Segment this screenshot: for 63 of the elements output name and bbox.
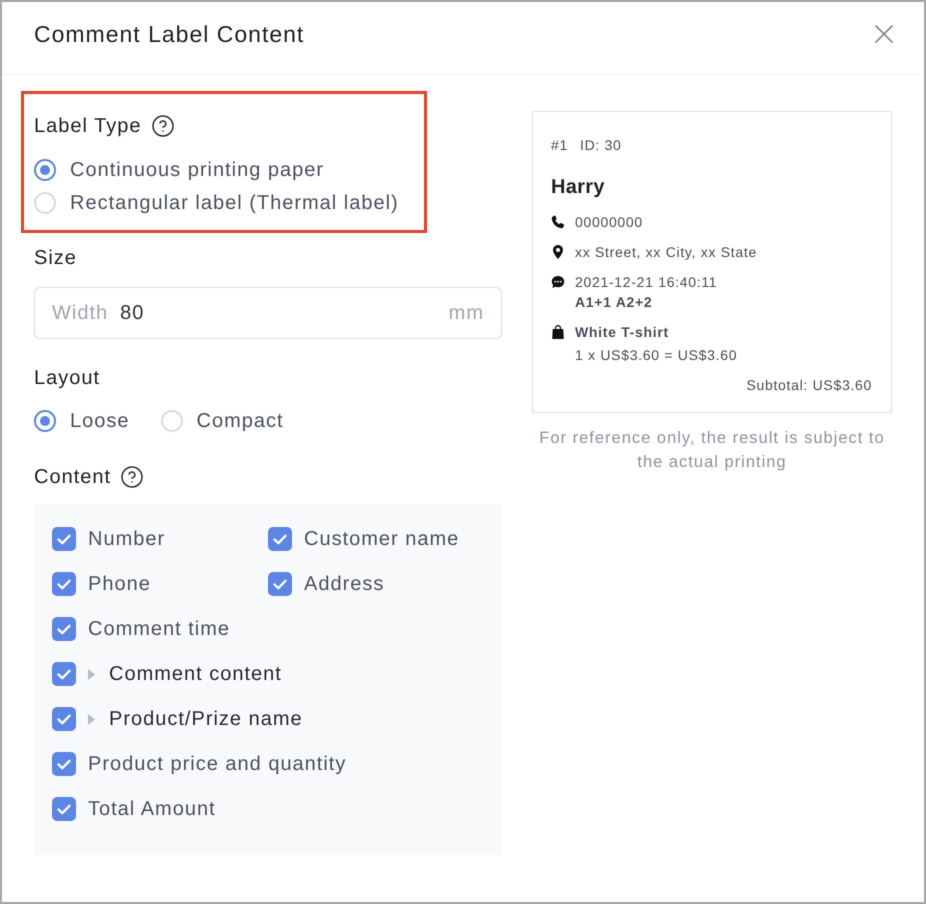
- phone-number: 00000000: [575, 213, 643, 232]
- section-heading: Content: [34, 465, 112, 490]
- option-label[interactable]: Number: [88, 525, 166, 553]
- checkbox[interactable]: [52, 707, 76, 731]
- shopping-bag-icon: [551, 325, 565, 339]
- checkbox[interactable]: [52, 617, 76, 641]
- option-label[interactable]: Comment content: [109, 660, 282, 688]
- radio-button[interactable]: [34, 410, 56, 432]
- field-label: Width: [52, 302, 108, 324]
- chat-bubble-icon: [551, 275, 565, 289]
- check-icon: [57, 668, 71, 680]
- checkbox[interactable]: [52, 572, 76, 596]
- dialog-title: Comment Label Content: [34, 20, 304, 48]
- help-icon[interactable]: [120, 465, 144, 489]
- close-button[interactable]: [875, 25, 893, 43]
- option-label[interactable]: Product/Prize name: [109, 705, 303, 733]
- caret-icon[interactable]: [88, 668, 95, 680]
- check-icon: [273, 578, 287, 590]
- order-id: ID: 30: [580, 136, 622, 155]
- section-heading: Size: [34, 246, 77, 271]
- check-icon: [57, 804, 71, 814]
- section-heading: Layout: [34, 366, 100, 391]
- option-label[interactable]: Loose: [70, 407, 130, 435]
- caret-icon[interactable]: [88, 714, 95, 724]
- option-label[interactable]: Product price and quantity: [88, 750, 346, 778]
- comment-time: 2021-12-21 16:40:11: [575, 273, 718, 292]
- close-icon: [875, 25, 893, 43]
- product-price: 1 x US$3.60 = US$3.60: [575, 346, 738, 365]
- section-heading: Label Type: [34, 114, 142, 139]
- option-label[interactable]: Phone: [88, 570, 151, 598]
- comment-text: A1+1 A2+2: [575, 293, 654, 312]
- field-value: 80: [120, 302, 146, 324]
- check-icon: [57, 534, 71, 544]
- radio-button[interactable]: [34, 159, 56, 181]
- checkbox[interactable]: [268, 527, 292, 551]
- checkbox[interactable]: [52, 662, 76, 686]
- order-number: #1: [551, 136, 568, 155]
- subtotal: Subtotal: US$3.60: [746, 376, 872, 395]
- check-icon: [57, 714, 71, 724]
- check-icon: [57, 578, 71, 590]
- option-label[interactable]: Rectangular label (Thermal label): [70, 189, 399, 217]
- width-field[interactable]: Width 80 mm: [34, 287, 502, 339]
- customer-name: Harry: [551, 175, 605, 200]
- help-icon[interactable]: [150, 114, 174, 138]
- product-name: White T-shirt: [575, 323, 670, 342]
- location-pin-icon: [551, 245, 565, 259]
- option-label[interactable]: Customer name: [304, 525, 460, 553]
- unit-label: mm: [448, 302, 484, 324]
- option-label[interactable]: Total Amount: [88, 795, 216, 823]
- check-icon: [57, 758, 71, 770]
- checkbox[interactable]: [52, 527, 76, 551]
- option-label[interactable]: Continuous printing paper: [70, 156, 324, 184]
- option-label[interactable]: Address: [304, 570, 384, 598]
- checkbox[interactable]: [268, 572, 292, 596]
- check-icon: [273, 534, 287, 544]
- address-text: xx Street, xx City, xx State: [575, 243, 757, 262]
- checkbox[interactable]: [52, 797, 76, 821]
- option-label[interactable]: Compact: [196, 407, 284, 435]
- checkbox[interactable]: [52, 752, 76, 776]
- preview-note: For reference only, the result is subject to the actual printing: [538, 428, 886, 473]
- phone-icon: [551, 215, 565, 229]
- check-icon: [57, 624, 71, 634]
- option-label[interactable]: Comment time: [88, 615, 230, 643]
